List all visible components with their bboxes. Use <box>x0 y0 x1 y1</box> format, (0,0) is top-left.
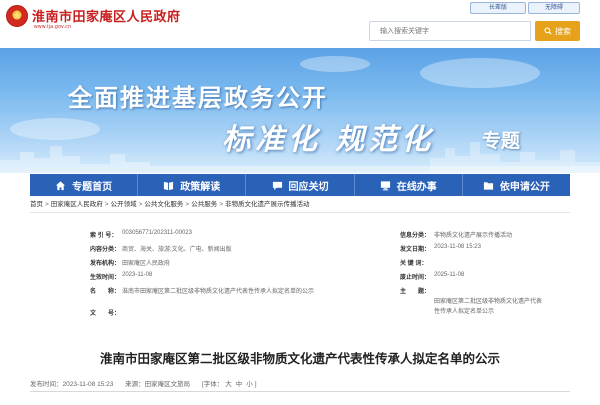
breadcrumb-link[interactable]: 公开领域 <box>111 201 137 208</box>
publish-time-label: 发布时间： <box>30 381 63 388</box>
content-category-value: 商贸、海关、旅游;文化、广电、新闻出版 <box>122 247 232 253</box>
accessibility-button[interactable]: 无障碍 <box>528 2 580 14</box>
national-emblem-icon <box>6 5 28 27</box>
site-url: www.tja.gov.cn <box>34 24 72 30</box>
nav-item-label: 政策解读 <box>180 181 221 193</box>
font-size-large[interactable]: 大 <box>225 381 232 388</box>
article-meta: 发布时间：2023-11-08 15:23 来源：田家庵区文旅局 [字体：大中小… <box>30 378 570 390</box>
home-icon <box>56 180 66 190</box>
topic-nav-bar: 专题首页 政策解读 回应关切 在线办事 依申请公开 <box>30 174 570 196</box>
doc-number-label: 文 号： <box>90 311 121 317</box>
keyword-label: 关 键 词： <box>400 261 428 267</box>
index-no-label: 索 引 号： <box>90 233 118 239</box>
nav-item-label: 专题首页 <box>72 181 113 193</box>
banner-title: 全面推进基层政务公开 <box>68 85 328 112</box>
search-input[interactable] <box>369 21 531 41</box>
breadcrumb-link[interactable]: 非物质文化遗产展示传播活动 <box>225 201 310 208</box>
font-size-medium[interactable]: 中 <box>236 381 243 388</box>
effective-date-value: 2023-11-08 <box>122 272 153 278</box>
nav-item-home[interactable]: 专题首页 <box>30 174 139 196</box>
nav-item-label: 回应关切 <box>288 181 329 193</box>
doc-name-label: 名 称： <box>90 289 121 295</box>
search-icon <box>544 27 552 35</box>
issue-date-value: 2023-11-08 15:23 <box>434 244 481 250</box>
nav-item-label: 在线办事 <box>396 181 437 193</box>
nav-item-online-service[interactable]: 在线办事 <box>355 174 463 196</box>
publisher-value: 田家庵区人民政府 <box>122 261 171 267</box>
publish-time-value: 2023-11-08 15:23 <box>62 381 114 388</box>
breadcrumb-link[interactable]: 首页 <box>30 201 43 208</box>
source-label: 来源： <box>125 381 145 388</box>
expire-date-label: 废止时间： <box>400 275 431 281</box>
source-value: 田家庵区文旅局 <box>144 381 191 388</box>
chat-icon <box>272 181 282 190</box>
breadcrumb-separator: > <box>219 201 223 208</box>
publisher-label: 发布机构： <box>90 261 121 267</box>
breadcrumb-link[interactable]: 公共服务 <box>191 201 217 208</box>
document-info-table: 索 引 号： 003056771/202311-00023 信息分类： 非物质文… <box>30 212 570 330</box>
breadcrumb-separator: > <box>45 201 49 208</box>
topic-banner: 全面推进基层政务公开 标准化 规范化 专题 <box>0 48 600 173</box>
breadcrumb-link[interactable]: 田家庵区人民政府 <box>51 201 103 208</box>
site-header: 淮南市田家庵区人民政府 www.tja.gov.cn 长辈版 无障碍 搜索 <box>0 0 600 48</box>
article-title: 淮南市田家庵区第二批区级非物质文化遗产代表性传承人拟定名单的公示 <box>99 352 500 366</box>
breadcrumb-separator: > <box>185 201 190 208</box>
folder-icon <box>483 181 493 190</box>
source: 来源：田家庵区文旅局 <box>125 381 190 388</box>
banner-subtitle-tail: 专题 <box>482 131 521 152</box>
index-no-value: 003056771/202311-00023 <box>122 230 192 236</box>
category-label: 信息分类： <box>400 233 431 239</box>
breadcrumb-separator: > <box>138 201 143 208</box>
effective-date-label: 生效时间： <box>90 275 121 281</box>
content-category-label: 内容分类： <box>90 247 121 253</box>
nav-item-response[interactable]: 回应关切 <box>246 174 355 196</box>
issue-date-label: 发文日期： <box>400 247 431 253</box>
summary-label: 主 题： <box>400 289 431 295</box>
font-size-small[interactable]: 小 <box>246 381 253 388</box>
doc-name-value: 淮南市田家庵区第二批区级非物质文化遗产代表性传承人拟定名单的公示 <box>122 289 315 295</box>
search-button-label: 搜索 <box>555 26 571 36</box>
divider <box>30 391 570 392</box>
publish-time: 发布时间：2023-11-08 15:23 <box>30 381 113 388</box>
breadcrumb-separator: > <box>104 201 109 208</box>
category-value: 非物质文化遗产展示传播活动 <box>434 233 513 239</box>
banner-subtitle-art: 标准化 规范化 <box>222 122 435 156</box>
nav-item-request-disclosure[interactable]: 依申请公开 <box>463 174 570 196</box>
search-button[interactable]: 搜索 <box>535 21 580 41</box>
font-size-close: ] <box>254 381 257 388</box>
nav-item-label: 依申请公开 <box>499 181 550 193</box>
font-size-label: [字体： <box>201 381 224 388</box>
nav-item-policy[interactable]: 政策解读 <box>138 174 247 196</box>
computer-icon <box>380 180 390 190</box>
expire-date-value: 2025-11-08 <box>434 272 465 278</box>
font-size-control: [字体：大中小] <box>202 381 257 388</box>
site-name[interactable]: 淮南市田家庵区人民政府 <box>32 6 181 25</box>
breadcrumb: 首页 > 田家庵区人民政府 > 公开领域 > 公共文化服务 > 公共服务 > 非物质文化遗产展示传播… <box>30 198 570 210</box>
elder-mode-button[interactable]: 长辈版 <box>470 2 526 14</box>
summary-value: 田家庵区第二批区级非物质文化遗产代表性传承人拟定名单公示 <box>434 299 543 315</box>
book-icon <box>164 181 174 190</box>
breadcrumb-link[interactable]: 公共文化服务 <box>144 201 183 208</box>
